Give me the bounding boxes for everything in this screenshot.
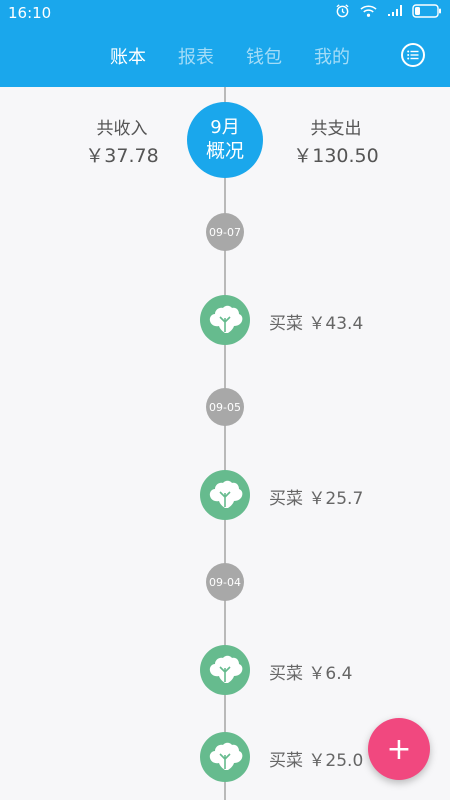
- vegetable-icon: [209, 655, 243, 683]
- tab-wallet[interactable]: 钱包: [246, 43, 282, 69]
- entry-amount: ￥25.7: [308, 489, 364, 509]
- app-header: 16:10 账本 报表 钱包 我的: [0, 0, 450, 87]
- income-summary: 共收入 ￥37.78: [52, 114, 192, 168]
- entry-amount: ￥25.0: [308, 751, 364, 771]
- vegetable-icon: [209, 742, 243, 770]
- date-marker: 09-05: [206, 388, 244, 426]
- status-time: 16:10: [8, 4, 52, 22]
- entry-category: 买菜: [269, 751, 303, 771]
- entry-amount: ￥6.4: [308, 664, 353, 684]
- date-marker: 09-07: [206, 213, 244, 251]
- expense-summary: 共支出 ￥130.50: [266, 114, 406, 168]
- entry-category-button[interactable]: [200, 645, 250, 695]
- wifi-icon: [360, 4, 377, 18]
- entry-category-button[interactable]: [200, 295, 250, 345]
- overview-label: 概况: [205, 140, 244, 162]
- entry-text: 买菜 ￥6.4: [269, 659, 352, 684]
- status-bar: 16:10: [0, 0, 450, 26]
- entry-amount: ￥43.4: [308, 314, 364, 334]
- signal-icon: [387, 4, 402, 17]
- date-marker: 09-04: [206, 563, 244, 601]
- vegetable-icon: [209, 480, 243, 508]
- entry-text: 买菜 ￥25.0: [269, 746, 363, 771]
- expense-amount: ￥130.50: [293, 145, 379, 167]
- battery-icon: [412, 3, 442, 18]
- tab-me[interactable]: 我的: [314, 43, 350, 69]
- expense-label: 共支出: [310, 119, 362, 139]
- income-amount: ￥37.78: [85, 145, 159, 167]
- tab-bar: 账本 报表 钱包 我的: [110, 43, 350, 69]
- entry-category: 买菜: [269, 489, 303, 509]
- entry-category-button[interactable]: [200, 470, 250, 520]
- income-label: 共收入: [96, 119, 148, 139]
- vegetable-icon: [209, 305, 243, 333]
- entry-text: 买菜 ￥25.7: [269, 484, 363, 509]
- plus-icon: +: [386, 731, 412, 767]
- month-overview-button[interactable]: 9月 概况: [187, 102, 263, 178]
- tab-ledger[interactable]: 账本: [110, 43, 146, 69]
- entry-text: 买菜 ￥43.4: [269, 309, 363, 334]
- entry-category-button[interactable]: [200, 732, 250, 782]
- alarm-icon: [335, 3, 350, 18]
- add-entry-button[interactable]: +: [368, 718, 430, 780]
- list-menu-button[interactable]: [401, 43, 425, 67]
- entry-category: 买菜: [269, 314, 303, 334]
- entry-category: 买菜: [269, 664, 303, 684]
- tab-reports[interactable]: 报表: [178, 43, 214, 69]
- list-icon: [407, 50, 419, 60]
- month-label: 9月: [210, 117, 240, 138]
- status-icons: [335, 3, 442, 18]
